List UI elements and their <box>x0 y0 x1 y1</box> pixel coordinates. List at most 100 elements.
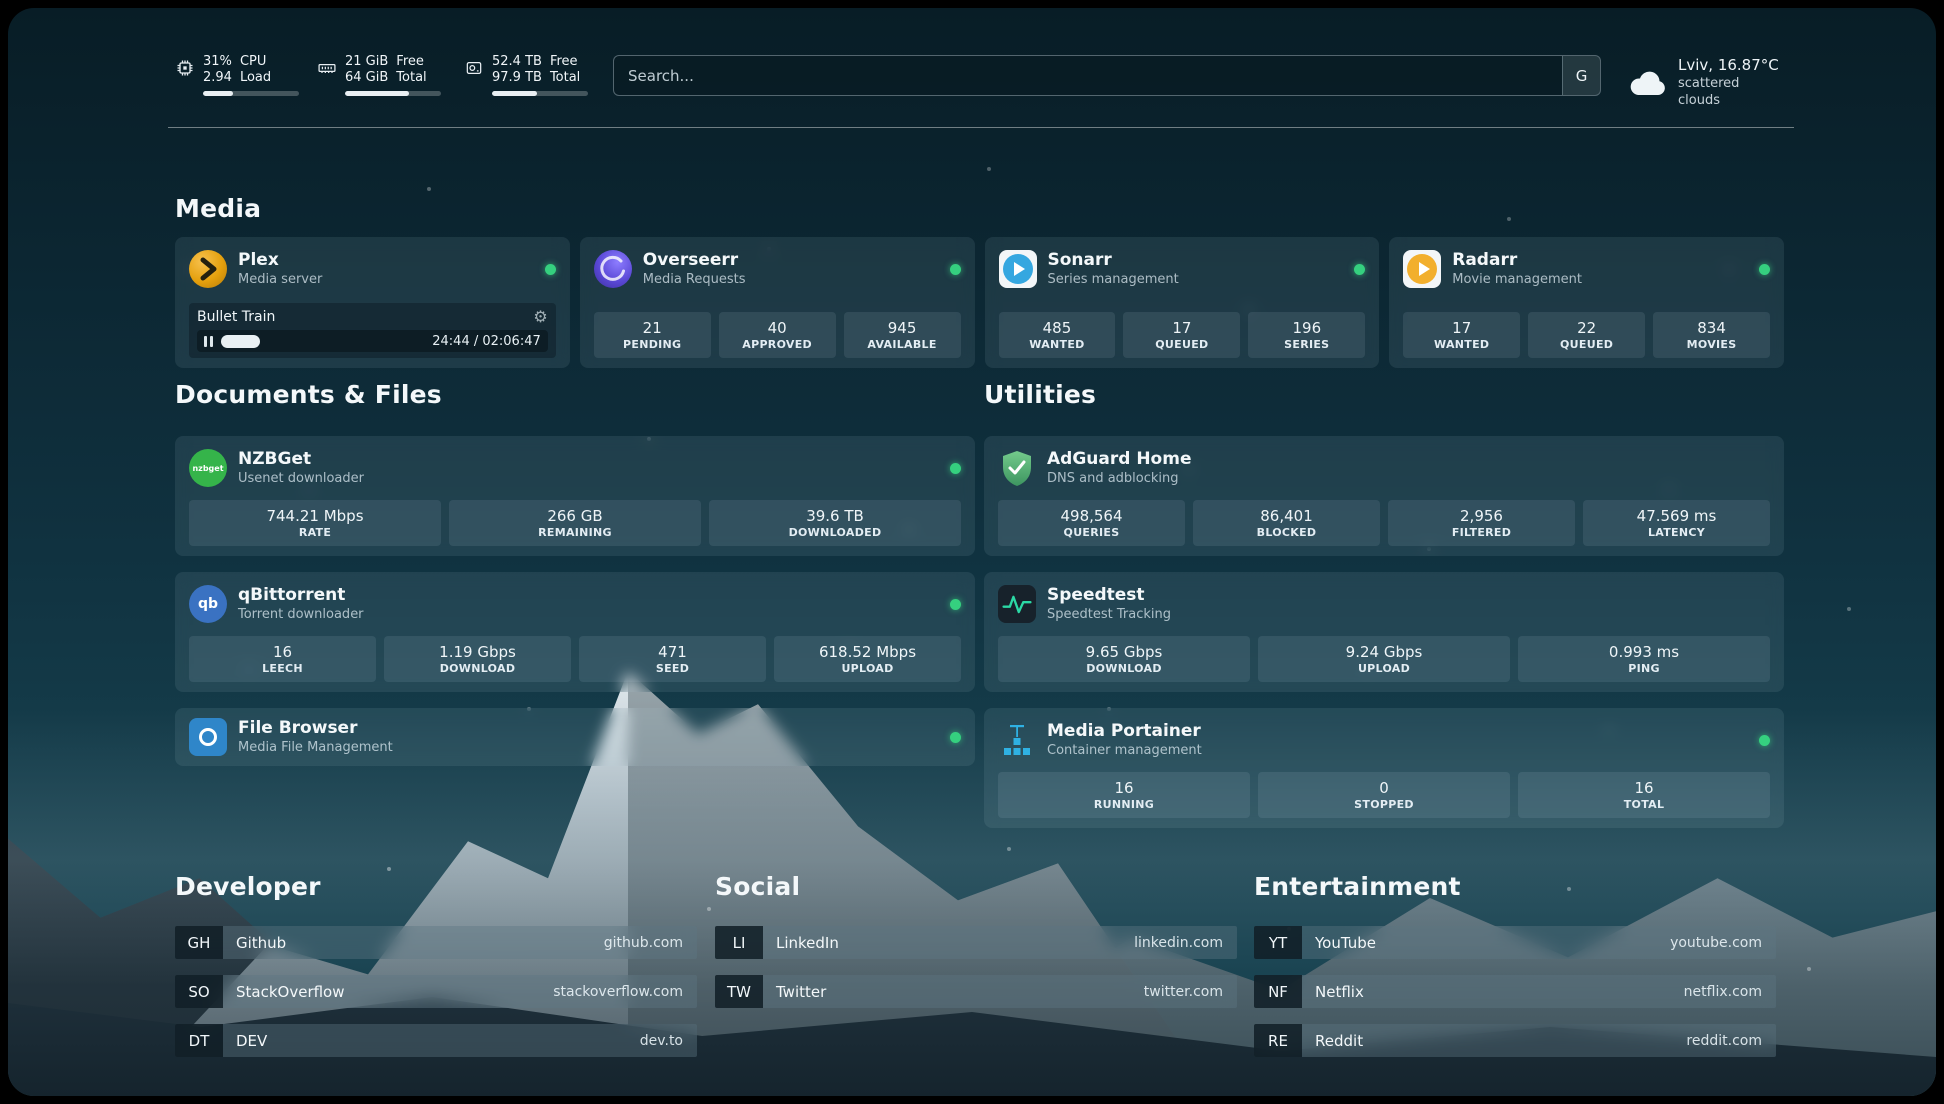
adguard-shield-icon[interactable] <box>998 449 1036 487</box>
speedtest-stats: 9.65 Gbps DOWNLOAD 9.24 Gbps UPLOAD 0.99… <box>998 636 1770 682</box>
section-documents: Documents & Files nzbget NZBGet Usenet d… <box>175 380 975 766</box>
bookmark-name: DEV <box>236 1032 267 1050</box>
speedtest-icon[interactable] <box>998 585 1036 623</box>
cloud-icon <box>1627 69 1667 97</box>
qbittorrent-icon-circle: qb <box>189 585 227 623</box>
bookmark-linkedin[interactable]: LI LinkedIn linkedin.com <box>715 926 1237 959</box>
search-input[interactable] <box>614 56 1562 95</box>
section-developer: Developer GH Github github.com SO StackO… <box>175 872 697 1073</box>
ram-total-label: Total <box>396 70 426 86</box>
bookmark-name: LinkedIn <box>776 934 839 952</box>
bookmark-url: twitter.com <box>1144 984 1223 1000</box>
stat-label: FILTERED <box>1452 525 1511 540</box>
bookmark-abbr: LI <box>715 926 763 959</box>
radarr-icon-tile <box>1403 250 1441 288</box>
cpu-monitor: 31% 2.94 CPU Load <box>175 54 299 96</box>
portainer-name[interactable]: Media Portainer <box>1047 721 1202 742</box>
bookmark-dev[interactable]: DT DEV dev.to <box>175 1024 697 1057</box>
bookmark-reddit[interactable]: RE Reddit reddit.com <box>1254 1024 1776 1057</box>
overseerr-name[interactable]: Overseerr <box>643 250 746 271</box>
adguard-name[interactable]: AdGuard Home <box>1047 449 1191 470</box>
disk-values: 52.4 TB 97.9 TB <box>492 54 542 86</box>
filebrowser-icon-tile <box>189 718 227 756</box>
disk-monitor: 52.4 TB 97.9 TB Free Total <box>464 54 588 96</box>
sonarr-icon[interactable] <box>999 250 1037 288</box>
nzbget-status-dot <box>950 463 961 474</box>
sonarr-desc: Series management <box>1048 271 1179 288</box>
nzbget-stats: 744.21 Mbps RATE 266 GB REMAINING 39.6 T… <box>189 500 961 546</box>
speedtest-card-header: Speedtest Speedtest Tracking <box>998 582 1770 626</box>
overseerr-icon[interactable] <box>594 250 632 288</box>
radarr-icon[interactable] <box>1403 250 1441 288</box>
stat-label: QUEUED <box>1560 337 1613 352</box>
stat-label: BLOCKED <box>1257 525 1317 540</box>
qbittorrent-name[interactable]: qBittorrent <box>238 585 364 606</box>
overseerr-meta: Overseerr Media Requests <box>643 250 746 288</box>
plex-name[interactable]: Plex <box>238 250 322 271</box>
stat-value: 2,956 <box>1460 507 1503 525</box>
radarr-status-dot <box>1759 264 1770 275</box>
stat-label: UPLOAD <box>1358 661 1410 676</box>
filebrowser-name[interactable]: File Browser <box>238 718 393 739</box>
sonarr-name[interactable]: Sonarr <box>1048 250 1179 271</box>
stat-box: 0.993 ms PING <box>1518 636 1770 682</box>
portainer-crane-icon[interactable] <box>998 721 1036 759</box>
overseerr-icon-circle <box>594 250 632 288</box>
search-engine-button[interactable]: G <box>1562 56 1600 95</box>
bookmark-abbr: NF <box>1254 975 1302 1008</box>
nzbget-icon[interactable]: nzbget <box>189 449 227 487</box>
plex-now-playing-widget: Bullet Train ⚙ 24:44 / 02:06:47 <box>189 303 556 358</box>
portainer-card: Media Portainer Container management 16 … <box>984 708 1784 828</box>
ram-free-label: Free <box>396 54 426 70</box>
filebrowser-icon[interactable] <box>189 718 227 756</box>
ram-usage-bar <box>345 91 441 96</box>
speedtest-meta: Speedtest Speedtest Tracking <box>1047 585 1171 623</box>
sonarr-status-dot <box>1354 264 1365 275</box>
bookmark-name: Github <box>236 934 286 952</box>
bookmark-youtube[interactable]: YT YouTube youtube.com <box>1254 926 1776 959</box>
disk-total-label: Total <box>550 70 580 86</box>
cpu-load-label: Load <box>240 70 271 86</box>
qbittorrent-meta: qBittorrent Torrent downloader <box>238 585 364 623</box>
media-cards-row: Plex Media server Bullet Train ⚙ <box>175 237 1784 368</box>
search-bar[interactable]: G <box>613 55 1601 96</box>
stat-label: TOTAL <box>1624 797 1665 812</box>
stat-label: MOVIES <box>1687 337 1737 352</box>
stat-label: RATE <box>299 525 331 540</box>
bookmark-github[interactable]: GH Github github.com <box>175 926 697 959</box>
plex-icon[interactable] <box>189 250 227 288</box>
qbittorrent-icon[interactable]: qb <box>189 585 227 623</box>
stat-value: 47.569 ms <box>1637 507 1717 525</box>
nzbget-name[interactable]: NZBGet <box>238 449 364 470</box>
cpu-usage-fill <box>203 91 233 96</box>
radarr-stats: 17 WANTED 22 QUEUED 834 MOVIES <box>1403 312 1770 358</box>
section-utilities: Utilities AdGuard Home <box>984 380 1784 844</box>
nzbget-card-header: nzbget NZBGet Usenet downloader <box>189 446 961 490</box>
bookmark-abbr: TW <box>715 975 763 1008</box>
bookmark-stackoverflow[interactable]: SO StackOverflow stackoverflow.com <box>175 975 697 1008</box>
adguard-desc: DNS and adblocking <box>1047 470 1191 487</box>
snow-particles <box>8 8 10 10</box>
section-title-social: Social <box>715 872 1237 902</box>
stat-label: DOWNLOAD <box>1086 661 1162 676</box>
qbittorrent-status-dot <box>950 599 961 610</box>
plex-player-bar: 24:44 / 02:06:47 <box>197 330 548 352</box>
plex-seek-bar[interactable] <box>221 335 424 348</box>
nzbget-icon-text: nzbget <box>192 464 223 473</box>
settings-gear-icon[interactable]: ⚙ <box>533 309 547 325</box>
bookmark-twitter[interactable]: TW Twitter twitter.com <box>715 975 1237 1008</box>
pause-icon[interactable] <box>204 336 213 347</box>
weather-condition: scattered clouds <box>1678 75 1784 109</box>
bookmark-netflix[interactable]: NF Netflix netflix.com <box>1254 975 1776 1008</box>
stat-box: 2,956 FILTERED <box>1388 500 1575 546</box>
portainer-stats: 16 RUNNING 0 STOPPED 16 TOTAL <box>998 772 1770 818</box>
radarr-name[interactable]: Radarr <box>1452 250 1582 271</box>
stat-value: 9.65 Gbps <box>1086 643 1163 661</box>
speedtest-name[interactable]: Speedtest <box>1047 585 1171 606</box>
stat-value: 834 <box>1697 319 1726 337</box>
stat-value: 266 GB <box>547 507 602 525</box>
disk-usage-fill <box>492 91 537 96</box>
stat-box: 196 SERIES <box>1248 312 1365 358</box>
stat-value: 0.993 ms <box>1609 643 1679 661</box>
bookmark-name: Netflix <box>1315 983 1364 1001</box>
